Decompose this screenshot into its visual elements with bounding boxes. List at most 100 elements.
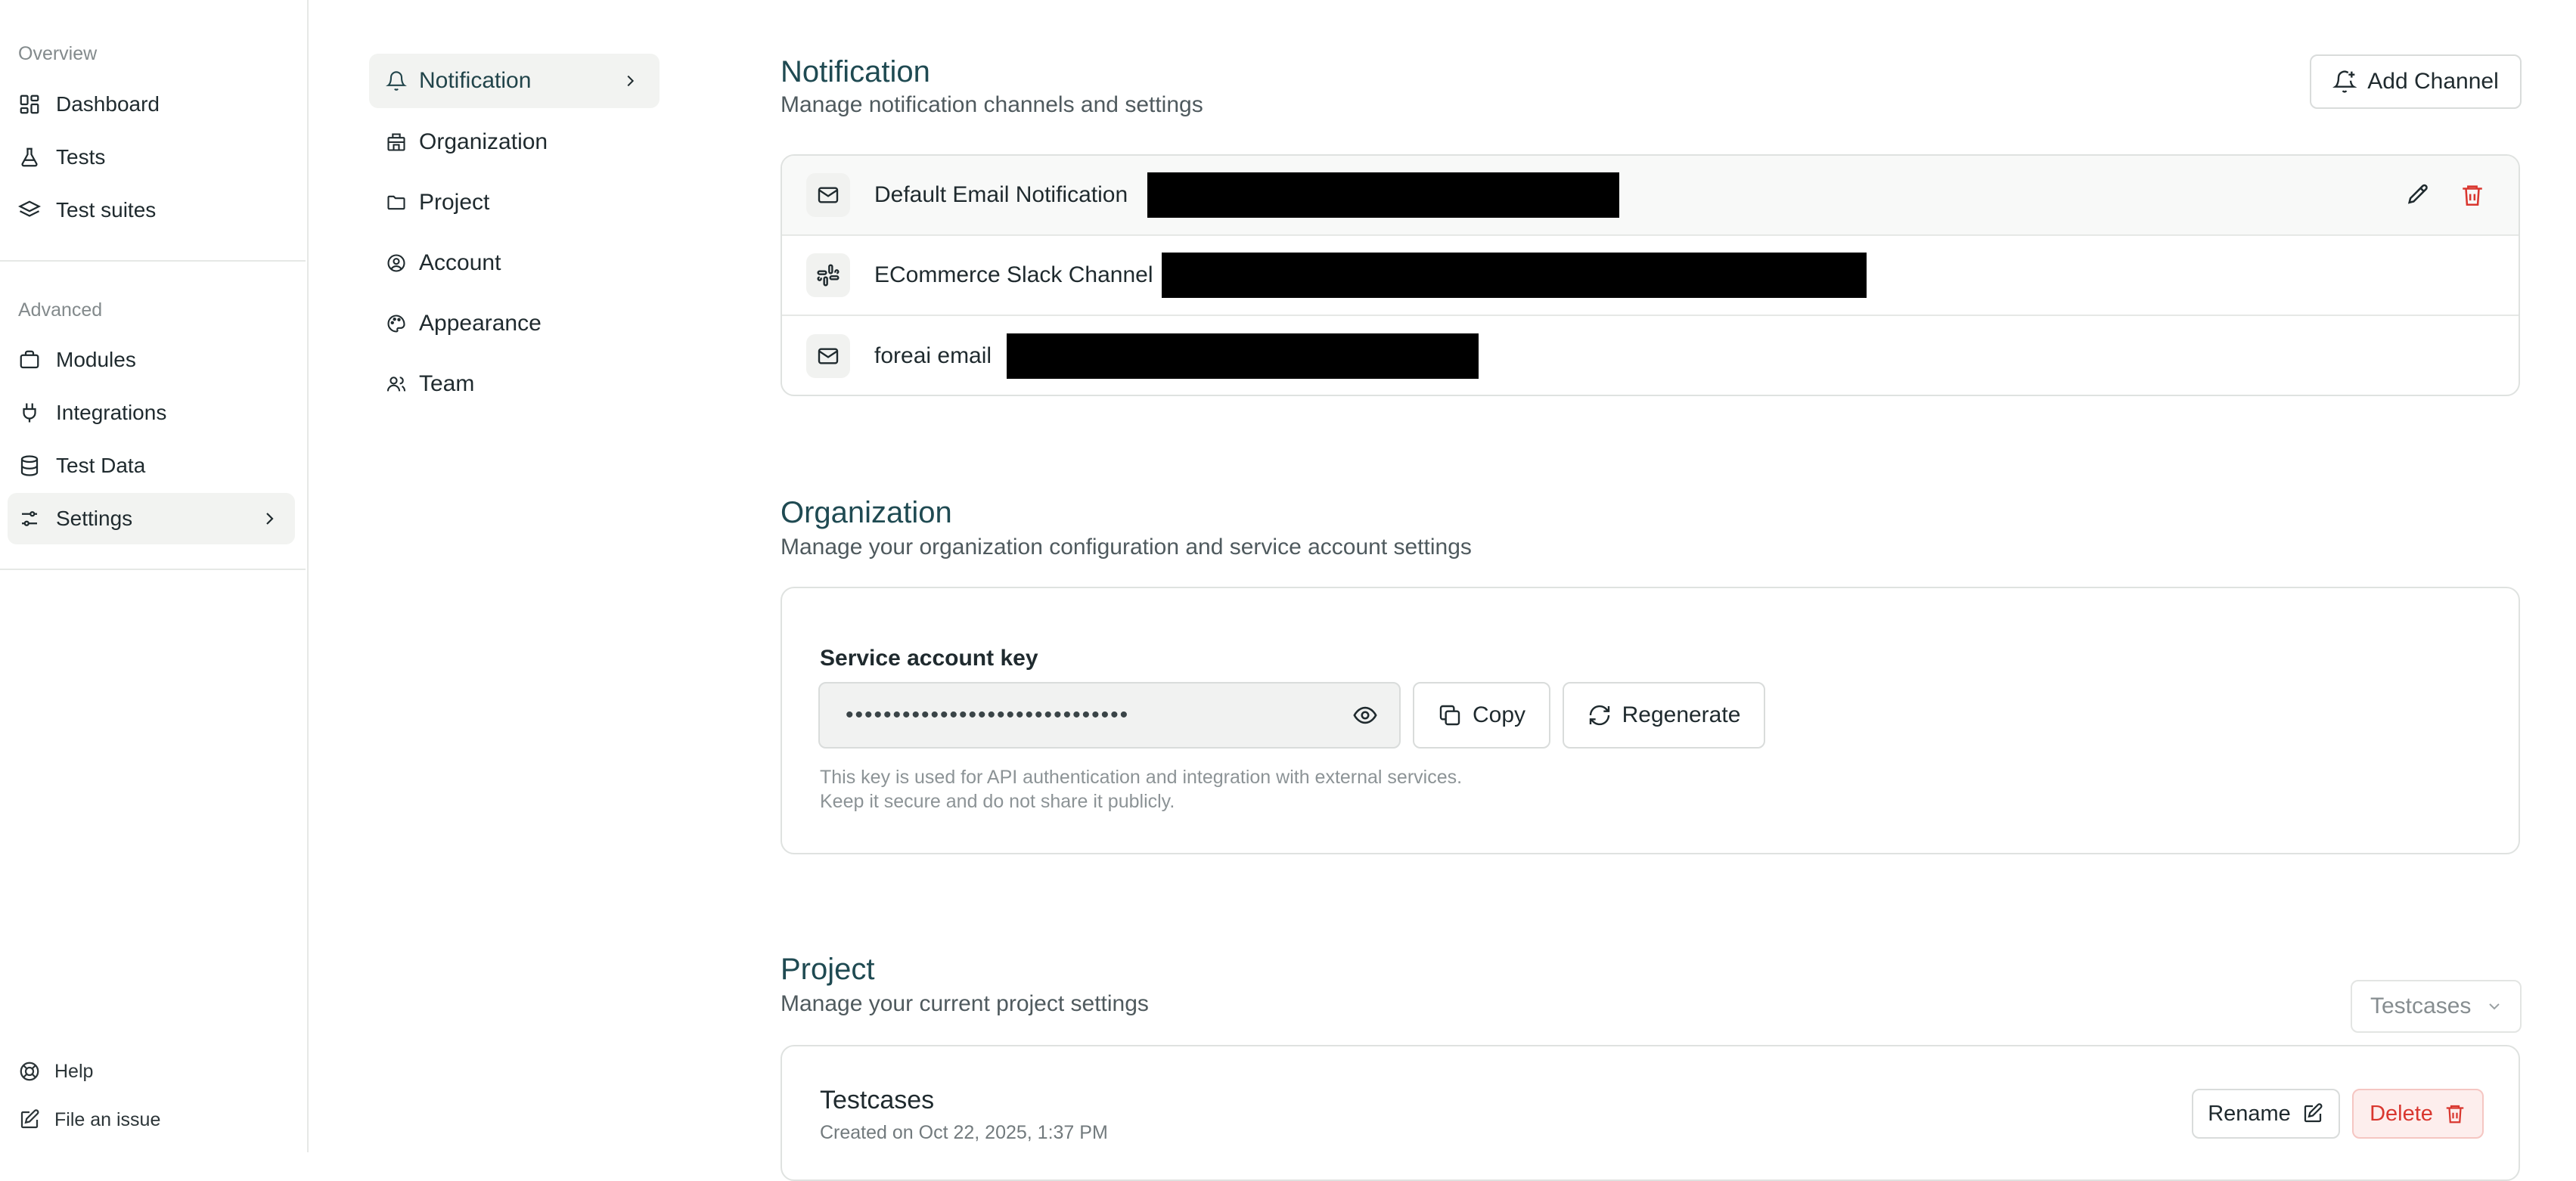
- sidebar-item-label: Modules: [56, 348, 136, 371]
- slack-icon: [817, 264, 840, 287]
- delete-project-button[interactable]: Delete: [2352, 1089, 2484, 1139]
- file-issue-label: File an issue: [54, 1108, 161, 1130]
- redacted-block: [1162, 253, 1867, 298]
- bell-plus-icon: [2332, 70, 2357, 93]
- sidebar-item-settings[interactable]: Settings: [8, 493, 295, 544]
- channel-icon-box: [806, 334, 850, 378]
- organization-title: Organization: [781, 496, 952, 529]
- help-label: Help: [54, 1060, 94, 1082]
- channel-name: foreai email: [874, 343, 992, 368]
- building-icon: [387, 133, 405, 151]
- palette-icon: [387, 315, 405, 333]
- chevron-right-icon: [627, 75, 635, 87]
- folder-icon: [387, 195, 405, 210]
- pencil-icon[interactable]: [2405, 182, 2431, 208]
- sidebar-item-test-data[interactable]: Test Data: [8, 440, 295, 491]
- sidebar-item-dashboard[interactable]: Dashboard: [8, 79, 295, 130]
- notification-title: Notification: [781, 55, 930, 88]
- settings-nav-appearance[interactable]: Appearance: [369, 296, 660, 351]
- project-select[interactable]: Testcases: [2351, 980, 2522, 1033]
- settings-nav-label: Team: [419, 371, 475, 396]
- sidebar-divider: [0, 260, 306, 262]
- service-key-input[interactable]: ••••••••••••••••••••••••••••••: [818, 682, 1401, 749]
- channel-row[interactable]: Default Email Notification: [782, 156, 2519, 236]
- flask-icon: [21, 147, 38, 167]
- redacted-block: [1147, 172, 1620, 218]
- delete-label: Delete: [2370, 1101, 2433, 1126]
- project-select-value: Testcases: [2370, 993, 2472, 1018]
- sidebar-group-advanced: Advanced: [18, 299, 103, 321]
- trash-icon: [2446, 1105, 2464, 1124]
- settings-nav-label: Account: [419, 250, 501, 275]
- mail-icon: [818, 348, 839, 364]
- project-title: Project: [781, 953, 875, 986]
- bell-icon: [386, 71, 407, 91]
- settings-nav-label: Organization: [419, 129, 548, 154]
- project-created: Created on Oct 22, 2025, 1:37 PM: [820, 1122, 1108, 1143]
- channel-actions: [2405, 182, 2485, 208]
- briefcase-icon: [20, 350, 39, 369]
- sidebar-divider: [0, 569, 306, 570]
- notification-channels-card: Default Email Notification ECommerce Sla…: [781, 154, 2520, 396]
- rename-project-button[interactable]: Rename: [2192, 1089, 2340, 1139]
- sidebar-item-label: Integrations: [56, 401, 167, 424]
- project-description: Manage your current project settings: [781, 991, 1149, 1016]
- chevron-right-icon: [266, 513, 274, 525]
- copy-label: Copy: [1472, 702, 1526, 727]
- settings-nav-label: Project: [419, 190, 490, 215]
- add-channel-label: Add Channel: [2367, 69, 2499, 94]
- regenerate-label: Regenerate: [1622, 702, 1741, 727]
- service-account-card: Service account key ••••••••••••••••••••…: [781, 587, 2520, 854]
- users-icon: [386, 377, 406, 392]
- regenerate-key-button[interactable]: Regenerate: [1563, 682, 1765, 749]
- channel-icon-box: [806, 173, 850, 217]
- trash-icon[interactable]: [2460, 182, 2485, 208]
- settings-nav-organization[interactable]: Organization: [369, 115, 660, 169]
- channel-row[interactable]: ECommerce Slack Channel: [782, 236, 2519, 316]
- settings-nav-label: Appearance: [419, 311, 542, 336]
- project-name: Testcases: [820, 1086, 935, 1114]
- sidebar-item-label: Test suites: [56, 198, 157, 222]
- project-card: Testcases Created on Oct 22, 2025, 1:37 …: [781, 1045, 2520, 1181]
- help-link[interactable]: Help: [18, 1060, 93, 1083]
- sidebar-item-label: Tests: [56, 145, 106, 169]
- channel-name: Default Email Notification: [874, 182, 1128, 207]
- sidebar-item-label: Settings: [56, 507, 133, 530]
- service-key-hint-2: Keep it secure and do not share it publi…: [820, 791, 1175, 812]
- rename-label: Rename: [2208, 1101, 2291, 1126]
- copy-icon: [1439, 705, 1460, 726]
- settings-sliders-icon: [22, 511, 37, 526]
- sidebar-item-modules[interactable]: Modules: [8, 334, 295, 386]
- settings-nav-label: Notification: [419, 68, 532, 93]
- sidebar-item-integrations[interactable]: Integrations: [8, 387, 295, 439]
- user-circle-icon: [387, 254, 405, 272]
- layers-icon: [18, 200, 41, 217]
- sidebar-group-overview: Overview: [18, 43, 98, 64]
- plug-icon: [23, 403, 36, 423]
- edit-icon: [2304, 1103, 2323, 1123]
- sidebar-item-label: Dashboard: [56, 92, 160, 116]
- service-key-value: ••••••••••••••••••••••••••••••: [846, 702, 1130, 727]
- refresh-icon: [1589, 705, 1609, 726]
- channel-row[interactable]: foreai email: [782, 316, 2519, 395]
- notification-description: Manage notification channels and setting…: [781, 92, 1203, 117]
- organization-description: Manage your organization configuration a…: [781, 535, 1472, 560]
- settings-nav-notification[interactable]: Notification: [369, 54, 660, 108]
- sidebar: Overview Dashboard Tests Test suites Adv…: [0, 0, 309, 1152]
- eye-icon[interactable]: [1352, 702, 1378, 728]
- copy-key-button[interactable]: Copy: [1413, 682, 1550, 749]
- sidebar-item-tests[interactable]: Tests: [8, 132, 295, 183]
- mail-icon: [818, 187, 839, 203]
- settings-nav-project[interactable]: Project: [369, 175, 660, 230]
- edit-icon: [20, 1109, 39, 1129]
- settings-nav-team[interactable]: Team: [369, 357, 660, 411]
- service-key-label: Service account key: [820, 646, 1038, 671]
- settings-nav-account[interactable]: Account: [369, 236, 660, 290]
- add-channel-button[interactable]: Add Channel: [2310, 54, 2522, 109]
- redacted-block: [1007, 333, 1479, 379]
- sidebar-item-test-suites[interactable]: Test suites: [8, 184, 295, 236]
- file-issue-link[interactable]: File an issue: [18, 1108, 160, 1131]
- lifebuoy-icon: [20, 1062, 39, 1081]
- database-icon: [20, 455, 39, 476]
- service-key-hint-1: This key is used for API authentication …: [820, 767, 1463, 788]
